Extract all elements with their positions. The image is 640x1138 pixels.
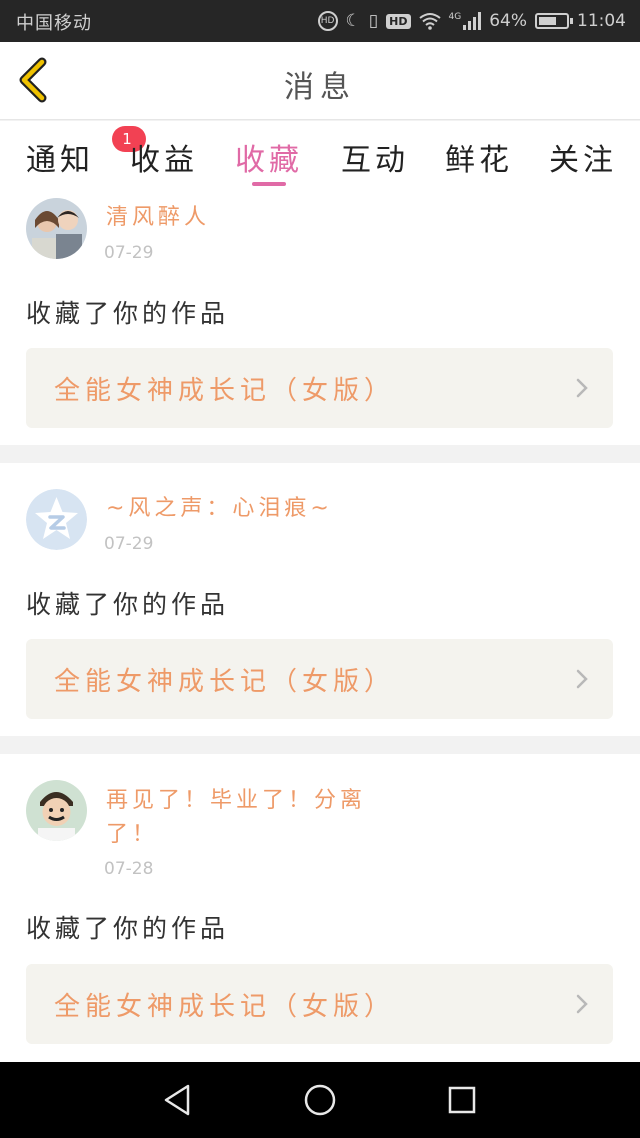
system-nav-bar <box>0 1062 640 1138</box>
page-title: 消息 <box>284 70 356 105</box>
username[interactable]: 清风醉人 <box>106 201 210 235</box>
back-triangle-icon[interactable] <box>158 1080 198 1120</box>
chevron-right-icon <box>576 669 588 689</box>
tab-interactions[interactable]: 互动 <box>341 135 409 179</box>
tab-follow[interactable]: 关注 <box>549 135 617 179</box>
work-title: 全能女神成长记（女版） <box>54 376 396 406</box>
wifi-icon <box>418 13 441 30</box>
status-icons: HD ☾ ▯ HD 4G 64% 11:04 <box>317 8 626 34</box>
tab-notifications[interactable]: 通知 1 <box>26 126 146 179</box>
recents-square-icon[interactable] <box>442 1080 482 1120</box>
tab-label: 收益 <box>130 143 198 178</box>
battery-percent: 64% <box>489 11 527 31</box>
avatar[interactable] <box>26 489 87 550</box>
tab-flowers[interactable]: 鲜花 <box>445 135 513 179</box>
active-tab-indicator <box>252 182 286 186</box>
message-text: 收藏了你的作品 <box>26 299 230 328</box>
tab-earnings[interactable]: 收益 <box>130 135 198 179</box>
tab-favorites[interactable]: 收藏 <box>235 135 303 179</box>
tab-label: 互动 <box>341 143 409 178</box>
battery-icon <box>535 13 573 29</box>
username-line: 再见了！毕业了！分离 <box>106 788 367 813</box>
username-line: 了！ <box>106 822 159 847</box>
list-item: 再见了！毕业了！分离 了！ 07-28 收藏了你的作品 全能女神成长记（女版） <box>0 754 640 1062</box>
hd-icon: HD <box>386 13 411 29</box>
tab-bar: 通知 1 收益 收藏 互动 鲜花 关注 <box>0 121 640 187</box>
work-link[interactable]: 全能女神成长记（女版） <box>26 348 613 428</box>
work-title: 全能女神成长记（女版） <box>54 992 396 1022</box>
list-item: ~风之声：心泪痕~ 07-29 收藏了你的作品 全能女神成长记（女版） <box>0 463 640 736</box>
username[interactable]: ~风之声：心泪痕~ <box>106 492 333 526</box>
chevron-right-icon <box>576 378 588 398</box>
username[interactable]: 再见了！毕业了！分离 了！ <box>106 784 366 852</box>
message-text: 收藏了你的作品 <box>26 914 230 943</box>
hd-call-icon: HD <box>317 11 338 31</box>
home-circle-icon[interactable] <box>300 1080 340 1120</box>
work-link[interactable]: 全能女神成长记（女版） <box>26 964 613 1044</box>
tab-label: 关注 <box>549 143 617 178</box>
carrier-name: 中国移动 <box>16 13 92 34</box>
clock: 11:04 <box>577 11 626 31</box>
timestamp: 07-29 <box>104 534 154 554</box>
tab-label: 鲜花 <box>445 143 513 178</box>
avatar[interactable] <box>26 198 87 259</box>
work-title: 全能女神成长记（女版） <box>54 667 396 697</box>
moon-icon: ☾ <box>345 11 361 31</box>
message-text: 收藏了你的作品 <box>26 590 230 619</box>
list-item: 清风醉人 07-29 收藏了你的作品 全能女神成长记（女版） <box>0 187 640 445</box>
signal-icon: 4G <box>449 12 482 30</box>
timestamp: 07-29 <box>104 243 154 263</box>
network-type: 4G <box>448 12 462 22</box>
tab-label: 通知 <box>26 143 94 178</box>
avatar[interactable] <box>26 780 87 841</box>
chevron-right-icon <box>576 994 588 1014</box>
app-header: 消息 <box>0 42 640 120</box>
status-bar: 中国移动 HD ☾ ▯ HD 4G 64% 11:04 <box>0 0 640 42</box>
work-link[interactable]: 全能女神成长记（女版） <box>26 639 613 719</box>
vibrate-icon: ▯ <box>368 11 379 31</box>
tab-label: 收藏 <box>235 143 303 178</box>
timestamp: 07-28 <box>104 859 154 879</box>
